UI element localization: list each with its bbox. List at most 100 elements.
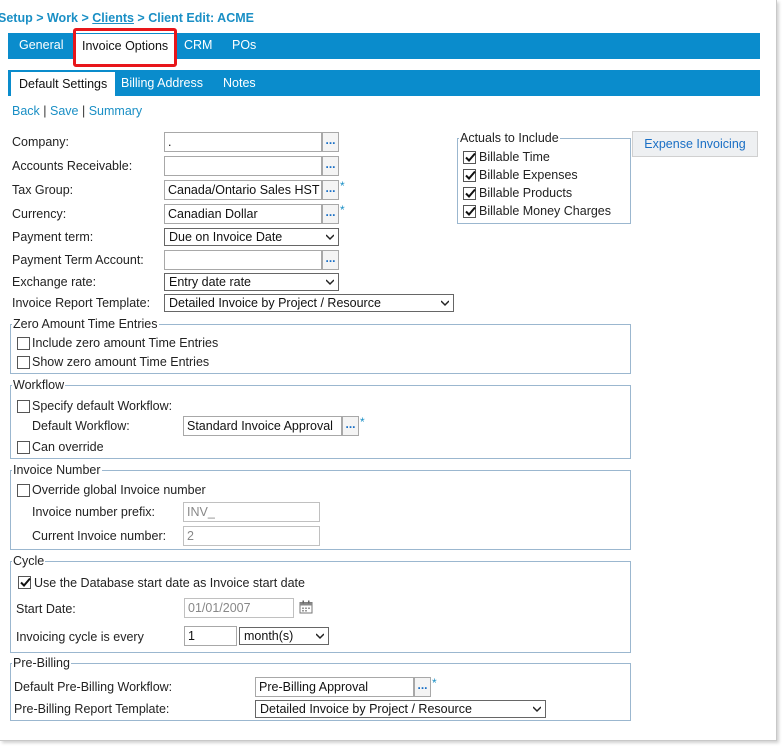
- required-marker: *: [360, 415, 365, 429]
- billable-time-checkbox[interactable]: [463, 151, 476, 164]
- action-links: Back | Save | Summary: [12, 104, 142, 118]
- prebilling-template-select[interactable]: Detailed Invoice by Project / Resource: [255, 700, 546, 718]
- chevron-down-icon: [533, 706, 541, 713]
- tab-crm[interactable]: CRM: [184, 33, 212, 59]
- tax-group-label: Tax Group:: [12, 183, 74, 197]
- breadcrumb-work[interactable]: Work: [47, 11, 78, 25]
- zero-amount-legend: Zero Amount Time Entries: [12, 317, 159, 331]
- report-template-value: Detailed Invoice by Project / Resource: [169, 296, 381, 310]
- specify-workflow-label: Specify default Workflow:: [32, 399, 173, 413]
- cycle-fieldset: Cycle Use the Database start date as Inv…: [10, 554, 631, 653]
- invoice-prefix-input[interactable]: INV_: [183, 502, 320, 522]
- prebilling-workflow-input[interactable]: Pre-Billing Approval: [255, 677, 414, 697]
- breadcrumb-separator: >: [78, 11, 93, 25]
- show-zero-checkbox[interactable]: [17, 356, 30, 369]
- breadcrumb-separator: >: [133, 11, 149, 25]
- required-marker: *: [340, 179, 345, 193]
- tab-pos[interactable]: POs: [232, 33, 256, 59]
- default-workflow-lookup-button[interactable]: ...: [342, 416, 359, 436]
- back-link[interactable]: Back: [12, 104, 40, 118]
- subtab-notes[interactable]: Notes: [223, 70, 256, 96]
- chevron-down-icon: [326, 279, 334, 286]
- breadcrumb-separator: >: [32, 11, 47, 25]
- exchange-rate-select[interactable]: Entry date rate: [164, 273, 339, 291]
- subtab-default-settings[interactable]: Default Settings: [11, 72, 116, 96]
- tax-group-lookup-button[interactable]: ...: [322, 180, 339, 200]
- default-workflow-label: Default Workflow:: [32, 419, 130, 433]
- use-db-start-date-checkbox[interactable]: [18, 576, 31, 589]
- prebilling-template-value: Detailed Invoice by Project / Resource: [260, 702, 472, 716]
- prebilling-workflow-label: Default Pre-Billing Workflow:: [14, 680, 173, 694]
- ar-lookup-button[interactable]: ...: [322, 156, 339, 176]
- billable-money-charges-checkbox[interactable]: [463, 205, 476, 218]
- billable-expenses-checkbox[interactable]: [463, 169, 476, 182]
- exchange-rate-value: Entry date rate: [169, 275, 251, 289]
- workflow-fieldset: Workflow Specify default Workflow: Defau…: [10, 378, 631, 459]
- payment-term-label: Payment term:: [12, 230, 94, 244]
- billable-products-checkbox[interactable]: [463, 187, 476, 200]
- tax-group-input[interactable]: Canada/Ontario Sales HST: [164, 180, 322, 200]
- company-lookup-button[interactable]: ...: [322, 132, 339, 152]
- expense-invoicing-button[interactable]: Expense Invoicing: [632, 131, 758, 157]
- cycle-legend: Cycle: [12, 554, 46, 568]
- check-icon: [465, 206, 476, 216]
- payment-term-account-label: Payment Term Account:: [12, 253, 144, 267]
- current-invoice-number-input[interactable]: 2: [183, 526, 320, 546]
- calendar-icon[interactable]: [299, 600, 313, 614]
- currency-lookup-button[interactable]: ...: [322, 204, 339, 224]
- company-input[interactable]: .: [164, 132, 322, 152]
- chevron-down-icon: [316, 633, 324, 640]
- company-label: Company:: [12, 135, 69, 149]
- zero-amount-fieldset: Zero Amount Time Entries Include zero am…: [10, 317, 631, 374]
- can-override-label: Can override: [32, 440, 104, 454]
- actuals-fieldset: Actuals to Include Billable Time Billabl…: [457, 131, 631, 224]
- prebilling-fieldset: Pre-Billing Default Pre-Billing Workflow…: [10, 656, 631, 721]
- check-icon: [465, 170, 476, 180]
- actuals-legend: Actuals to Include: [459, 131, 560, 145]
- breadcrumb-clients[interactable]: Clients: [92, 11, 134, 25]
- can-override-checkbox[interactable]: [17, 441, 30, 454]
- current-invoice-number-label: Current Invoice number:: [32, 529, 167, 543]
- breadcrumb: Setup > Work > Clients > Client Edit: AC…: [0, 11, 254, 25]
- highlight-box: [73, 28, 177, 67]
- chevron-down-icon: [441, 300, 449, 307]
- sub-tab-bar: Default Settings Billing Address Notes: [8, 70, 760, 96]
- tab-general[interactable]: General: [19, 33, 63, 59]
- prebilling-legend: Pre-Billing: [12, 656, 71, 670]
- currency-input[interactable]: Canadian Dollar: [164, 204, 322, 224]
- invoice-number-fieldset: Invoice Number Override global Invoice n…: [10, 463, 631, 550]
- prebilling-template-label: Pre-Billing Report Template:: [14, 702, 170, 716]
- billable-time-label: Billable Time: [479, 150, 550, 164]
- summary-link[interactable]: Summary: [89, 104, 142, 118]
- start-date-input[interactable]: 01/01/2007: [184, 598, 294, 618]
- ar-input[interactable]: [164, 156, 322, 176]
- specify-workflow-checkbox[interactable]: [17, 400, 30, 413]
- start-date-label: Start Date:: [16, 602, 76, 616]
- cycle-unit-select[interactable]: month(s): [239, 627, 329, 645]
- action-separator: |: [39, 104, 50, 118]
- breadcrumb-current: Client Edit: ACME: [148, 11, 254, 25]
- billable-expenses-label: Billable Expenses: [479, 168, 578, 182]
- invoice-prefix-label: Invoice number prefix:: [32, 505, 155, 519]
- default-workflow-input[interactable]: Standard Invoice Approval: [183, 416, 342, 436]
- required-marker: *: [432, 676, 437, 690]
- include-zero-checkbox[interactable]: [17, 337, 30, 350]
- required-marker: *: [340, 203, 345, 217]
- breadcrumb-setup[interactable]: Setup: [0, 11, 33, 25]
- payment-term-select[interactable]: Due on Invoice Date: [164, 228, 339, 246]
- subtab-billing-address[interactable]: Billing Address: [121, 70, 203, 96]
- payment-term-account-lookup-button[interactable]: ...: [322, 250, 339, 270]
- report-template-select[interactable]: Detailed Invoice by Project / Resource: [164, 294, 454, 312]
- billable-products-label: Billable Products: [479, 186, 573, 200]
- override-invoice-number-label: Override global Invoice number: [32, 483, 206, 497]
- app-window: Setup > Work > Clients > Client Edit: AC…: [0, 0, 777, 741]
- show-zero-label: Show zero amount Time Entries: [32, 355, 210, 369]
- override-invoice-number-checkbox[interactable]: [17, 484, 30, 497]
- cycle-unit-value: month(s): [244, 629, 294, 643]
- currency-label: Currency:: [12, 207, 67, 221]
- payment-term-account-input[interactable]: [164, 250, 322, 270]
- prebilling-workflow-lookup-button[interactable]: ...: [414, 677, 431, 697]
- cycle-every-input[interactable]: 1: [184, 626, 237, 646]
- save-link[interactable]: Save: [50, 104, 79, 118]
- invoice-number-legend: Invoice Number: [12, 463, 102, 477]
